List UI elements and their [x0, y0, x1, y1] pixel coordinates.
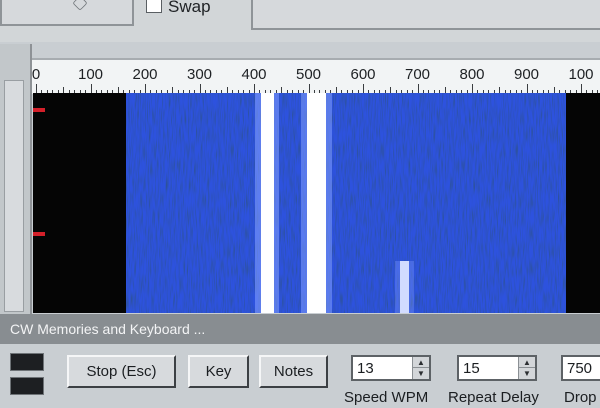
top-right-panel: [251, 0, 600, 30]
repeat-delay-value: 15: [463, 360, 480, 377]
status-led-top: [10, 353, 44, 371]
top-toolbar: ▢ Swap: [0, 0, 600, 42]
spin-down-icon[interactable]: ▼: [413, 368, 429, 379]
waterfall-display[interactable]: [33, 93, 600, 313]
ruler-label: 0: [31, 66, 41, 83]
ruler-label: 100: [568, 66, 594, 83]
ruler-label: 500: [295, 66, 322, 83]
signal-trace-2: [307, 93, 326, 313]
key-button[interactable]: Key: [188, 355, 249, 388]
cw-panel-caption: CW Memories and Keyboard ...: [0, 314, 600, 344]
speed-wpm-label: Speed WPM: [344, 389, 429, 406]
ruler-label: 900: [513, 66, 540, 83]
top-left-control[interactable]: ▢: [0, 0, 134, 26]
ruler-label: 700: [404, 66, 431, 83]
drop-label: Drop: [564, 389, 597, 406]
swap-checkbox[interactable]: [146, 0, 162, 13]
speed-wpm-arrows[interactable]: ▲ ▼: [412, 357, 429, 379]
ruler-label: 400: [241, 66, 267, 83]
repeat-delay-arrows[interactable]: ▲ ▼: [518, 357, 535, 379]
swap-label: Swap: [168, 0, 211, 16]
drop-value: 750: [567, 360, 593, 377]
spin-up-icon[interactable]: ▲: [519, 357, 535, 368]
ruler-label: 600: [350, 66, 376, 83]
ruler-label: 300: [186, 66, 213, 83]
notes-button[interactable]: Notes: [259, 355, 328, 388]
drop-spinner[interactable]: 750: [561, 355, 600, 381]
signal-trace-1: [261, 93, 274, 313]
left-scroll-track[interactable]: [4, 80, 24, 312]
ruler-label: 100: [77, 66, 104, 83]
spin-down-icon[interactable]: ▼: [519, 368, 535, 379]
left-rail: [0, 44, 32, 314]
ruler-label: 800: [459, 66, 485, 83]
marker-indicator-bottom: [33, 232, 45, 236]
waterfall-svg: [33, 93, 600, 313]
spin-up-icon[interactable]: ▲: [413, 357, 429, 368]
stop-button[interactable]: Stop (Esc): [67, 355, 176, 388]
speed-wpm-value: 13: [357, 360, 374, 377]
frequency-ruler[interactable]: 0 100 200 300 400 500 600 700 800 900 100: [32, 58, 600, 94]
repeat-delay-label: Repeat Delay: [448, 389, 539, 406]
status-led-bottom: [10, 377, 44, 395]
repeat-delay-spinner[interactable]: 15 ▲ ▼: [457, 355, 537, 381]
ruler-label: 200: [132, 66, 158, 83]
cw-panel-title: CW Memories and Keyboard ...: [10, 321, 206, 337]
speed-wpm-spinner[interactable]: 13 ▲ ▼: [351, 355, 431, 381]
marker-indicator-top: [33, 108, 45, 112]
chevron-down-icon: ▢: [70, 0, 92, 13]
